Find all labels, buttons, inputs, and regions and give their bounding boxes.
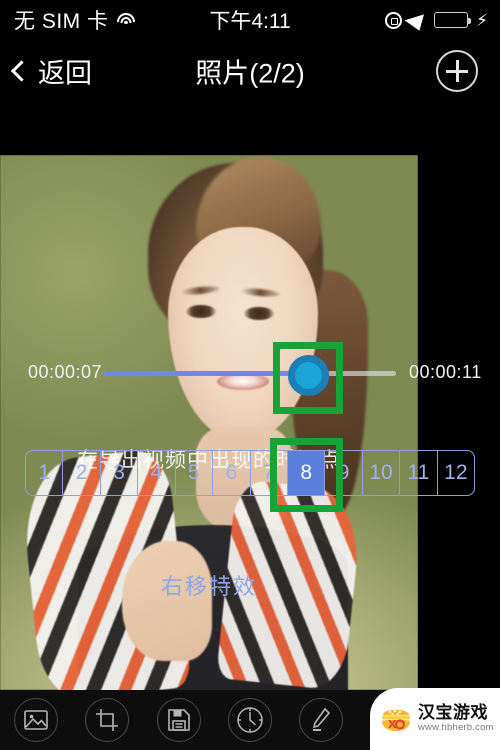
photo-icon <box>13 698 58 742</box>
add-button[interactable] <box>436 50 478 92</box>
segment-1[interactable]: 1 <box>26 451 64 495</box>
slider-start-time: 00:00:07 <box>28 362 103 382</box>
shift-right-annotation: 右移特效 <box>160 574 257 599</box>
watermark: X 汉宝游戏 www.hbherb.com <box>370 688 500 750</box>
photo-canvas[interactable]: 在导出视频中出现的时间点 右移特效 <box>0 155 418 690</box>
lightning-bolt-icon: ⚡ <box>476 10 488 30</box>
tool-clock[interactable] <box>214 698 285 742</box>
page-title: 照片(2/2) <box>195 58 305 89</box>
battery-icon <box>434 12 472 28</box>
crop-icon <box>85 698 130 742</box>
tool-photo[interactable] <box>0 698 71 742</box>
clock-icon <box>227 698 272 742</box>
status-bar: 无 SIM 卡 下午4:11 ⚡ <box>0 0 500 40</box>
segment-10[interactable]: 10 <box>363 451 401 495</box>
highlight-box-segment-8 <box>270 438 343 512</box>
segment-2[interactable]: 2 <box>63 451 101 495</box>
phone-screen: 无 SIM 卡 下午4:11 ⚡ 返回 照片(2/2) 在导出视频中出现的时间点… <box>0 0 500 750</box>
tool-crop[interactable] <box>71 698 142 742</box>
tool-pen[interactable] <box>286 698 357 742</box>
segment-4[interactable]: 4 <box>138 451 176 495</box>
slider-end-time: 00:00:11 <box>409 362 482 382</box>
location-arrow-icon <box>404 9 432 31</box>
segment-6[interactable]: 6 <box>213 451 251 495</box>
frame-segmented-control[interactable]: 1 2 3 4 5 6 7 8 9 10 11 12 <box>25 450 475 496</box>
segment-11[interactable]: 11 <box>400 451 438 495</box>
status-bar-right: ⚡ <box>385 9 488 31</box>
burger-logo-icon: X <box>379 702 413 736</box>
highlight-box-slider-thumb <box>273 342 343 414</box>
plus-icon <box>446 60 468 82</box>
save-icon <box>156 698 201 742</box>
segment-3[interactable]: 3 <box>101 451 139 495</box>
segment-5[interactable]: 5 <box>176 451 214 495</box>
segment-12[interactable]: 12 <box>438 451 474 495</box>
photo-image <box>0 155 418 690</box>
slider-track[interactable] <box>104 371 396 376</box>
nav-bar: 返回 照片(2/2) <box>0 40 500 102</box>
watermark-url: www.hbherb.com <box>418 722 494 734</box>
watermark-title: 汉宝游戏 <box>418 703 488 723</box>
rotation-lock-icon <box>385 11 403 29</box>
tool-save[interactable] <box>143 698 214 742</box>
time-slider[interactable]: 00:00:07 00:00:11 <box>0 355 500 396</box>
watermark-text: 汉宝游戏 www.hbherb.com <box>418 704 494 733</box>
pen-icon <box>299 698 344 742</box>
